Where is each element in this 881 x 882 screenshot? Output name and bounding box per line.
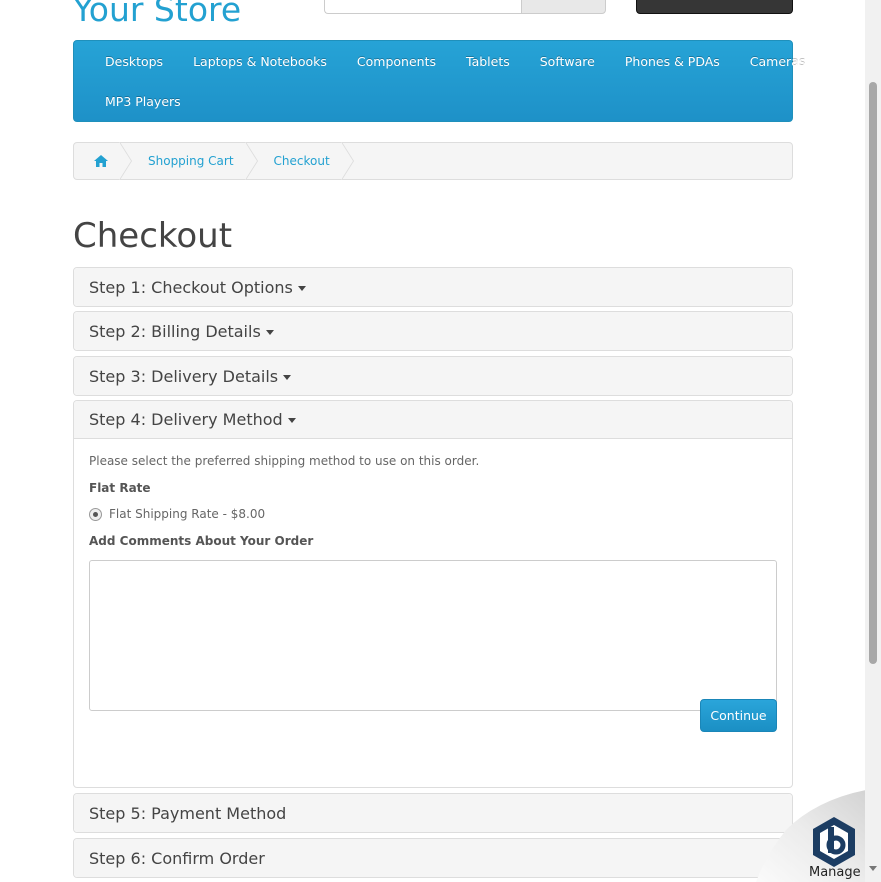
step-6-title[interactable]: Step 6: Confirm Order — [89, 849, 265, 868]
menu-item-tablets[interactable]: Tablets — [451, 54, 525, 69]
menu-item-laptops-notebooks[interactable]: Laptops & Notebooks — [178, 54, 342, 69]
breadcrumb-separator — [119, 142, 148, 180]
menu-item-desktops[interactable]: Desktops — [90, 54, 178, 69]
caret-down-icon — [297, 285, 306, 291]
delivery-method-body: Please select the preferred shipping met… — [74, 439, 792, 726]
manage-logo-icon — [813, 817, 855, 867]
breadcrumb-separator — [244, 142, 274, 180]
step-1-panel: Step 1: Checkout Options — [73, 267, 793, 307]
menu-row-1: Desktops Laptops & Notebooks Components … — [90, 41, 805, 81]
step-5-title[interactable]: Step 5: Payment Method — [89, 804, 286, 823]
vertical-scrollbar[interactable] — [865, 0, 881, 882]
caret-down-icon — [287, 418, 296, 423]
step-6-panel: Step 6: Confirm Order — [73, 838, 793, 878]
search-icon — [555, 0, 575, 1]
scrollbar-thumb[interactable] — [869, 82, 877, 664]
search-button[interactable] — [521, 0, 606, 14]
cart-button[interactable] — [636, 0, 793, 14]
comments-label: Add Comments About Your Order — [89, 534, 314, 548]
step-4-panel: Step 4: Delivery Method Please select th… — [73, 400, 793, 788]
step-6-header[interactable]: Step 6: Confirm Order — [74, 839, 792, 877]
step-3-panel: Step 3: Delivery Details — [73, 356, 793, 396]
scroll-down-arrow-icon[interactable] — [869, 866, 877, 871]
breadcrumb-shopping-cart[interactable]: Shopping Cart — [148, 143, 234, 179]
menu-item-software[interactable]: Software — [525, 54, 610, 69]
step-3-title[interactable]: Step 3: Delivery Details — [89, 367, 278, 386]
menu-row-2: MP3 Players — [90, 81, 792, 121]
flat-rate-option[interactable]: Flat Shipping Rate - $8.00 — [89, 507, 777, 521]
search-input[interactable] — [324, 0, 522, 14]
breadcrumb-separator — [340, 142, 370, 180]
menu-item-mp3-players[interactable]: MP3 Players — [90, 94, 196, 109]
menu-item-phones-pdas[interactable]: Phones & PDAs — [610, 54, 735, 69]
flat-rate-radio[interactable] — [89, 507, 102, 521]
caret-down-icon — [283, 374, 292, 380]
step-5-header[interactable]: Step 5: Payment Method — [74, 794, 792, 832]
menu-item-components[interactable]: Components — [342, 54, 451, 69]
manage-widget[interactable]: Manage — [756, 780, 866, 882]
breadcrumb-checkout[interactable]: Checkout — [274, 143, 330, 179]
step-2-title[interactable]: Step 2: Billing Details — [89, 322, 261, 341]
step-2-panel: Step 2: Billing Details — [73, 311, 793, 351]
step-1-header[interactable]: Step 1: Checkout Options — [74, 268, 792, 306]
step-2-header[interactable]: Step 2: Billing Details — [74, 312, 792, 350]
breadcrumb-home[interactable] — [94, 143, 122, 179]
step-3-header[interactable]: Step 3: Delivery Details — [74, 357, 792, 395]
flat-rate-label[interactable]: Flat Shipping Rate - $8.00 — [109, 507, 265, 521]
shipping-method-title: Flat Rate — [89, 481, 151, 495]
category-menu: Desktops Laptops & Notebooks Components … — [73, 40, 805, 122]
menu-item-cameras[interactable]: Cameras — [735, 54, 821, 69]
step-5-panel: Step 5: Payment Method — [73, 793, 793, 833]
page-title: Checkout — [73, 216, 233, 256]
store-title[interactable]: Your Store — [73, 0, 241, 29]
manage-label[interactable]: Manage — [809, 865, 861, 880]
caret-down-icon — [265, 329, 274, 335]
comments-textarea[interactable] — [89, 560, 777, 711]
home-icon — [94, 155, 108, 167]
step-4-title[interactable]: Step 4: Delivery Method — [89, 410, 283, 429]
step-1-title[interactable]: Step 1: Checkout Options — [89, 278, 293, 297]
shipping-instruction: Please select the preferred shipping met… — [89, 454, 480, 468]
continue-button[interactable]: Continue — [700, 699, 777, 732]
breadcrumb: Shopping Cart Checkout — [73, 142, 793, 180]
step-4-header[interactable]: Step 4: Delivery Method — [74, 401, 792, 439]
